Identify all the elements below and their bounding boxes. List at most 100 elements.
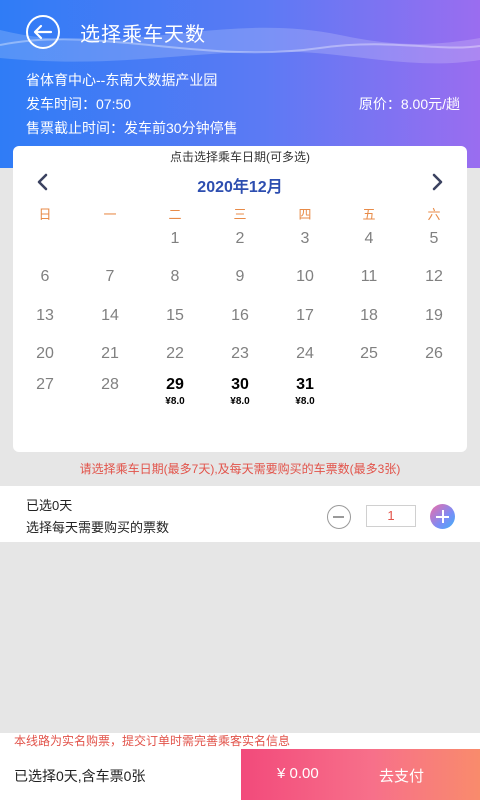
- calendar-day[interactable]: 2: [215, 230, 265, 248]
- day-number: 14: [101, 307, 119, 324]
- day-number: 10: [296, 268, 314, 285]
- calendar-day-selected[interactable]: 29 ¥8.0: [150, 376, 200, 407]
- calendar-month: 2020年12月: [197, 179, 283, 196]
- weekday-label: 二: [168, 207, 182, 222]
- calendar-day-selected[interactable]: 30 ¥8.0: [215, 376, 265, 407]
- day-number: 20: [36, 345, 54, 362]
- day-number: 26: [425, 345, 443, 362]
- calendar-day[interactable]: 27: [20, 376, 70, 394]
- weekday-label: 四: [298, 207, 312, 222]
- day-price: ¥8.0: [230, 396, 250, 407]
- selected-days-count: 已选0天: [26, 498, 73, 513]
- day-number: 30: [231, 376, 249, 393]
- original-price: 原价：8.00元/趟: [358, 96, 460, 112]
- day-number: 16: [231, 307, 249, 324]
- calendar-day-selected[interactable]: 31 ¥8.0: [280, 376, 330, 407]
- day-number: 5: [429, 230, 439, 247]
- day-number: 1: [170, 230, 180, 247]
- next-month-button[interactable]: [427, 172, 447, 192]
- calendar-card: 点击选择乘车日期(可多选) 2020年12月 日一二三四五六 123456789…: [13, 146, 467, 452]
- calendar-day[interactable]: 8: [150, 268, 200, 286]
- day-price: ¥8.0: [165, 396, 185, 407]
- calendar-day[interactable]: 13: [20, 307, 70, 325]
- day-number: 8: [170, 268, 180, 285]
- plus-circle-icon[interactable]: [430, 504, 455, 529]
- day-number: 18: [360, 307, 378, 324]
- calendar-day[interactable]: 12: [409, 268, 459, 286]
- weekday-label: 六: [427, 207, 441, 222]
- day-number: 24: [296, 345, 314, 362]
- day-number: 27: [36, 376, 54, 393]
- weekday-label: 五: [362, 207, 376, 222]
- calendar-day[interactable]: 22: [150, 345, 200, 363]
- calendar-day[interactable]: 23: [215, 345, 265, 363]
- page-title: 选择乘车天数: [80, 23, 206, 46]
- ticket-count-panel: 已选0天 选择每天需要购买的票数 1: [0, 486, 480, 542]
- chevron-right-icon: [432, 173, 443, 191]
- day-number: 4: [364, 230, 374, 247]
- day-number: 13: [36, 307, 54, 324]
- calendar-day[interactable]: 19: [409, 307, 459, 325]
- day-number: 3: [300, 230, 310, 247]
- day-number: 31: [296, 376, 314, 393]
- calendar-day[interactable]: 21: [85, 345, 135, 363]
- quantity-stepper-value[interactable]: 1: [366, 505, 416, 527]
- day-number: 23: [231, 345, 249, 362]
- calendar-day[interactable]: 28: [85, 376, 135, 394]
- day-number: 11: [360, 268, 378, 285]
- total-amount: ¥ 0.00: [277, 765, 319, 782]
- day-number: 25: [360, 345, 378, 362]
- day-number: 7: [105, 268, 115, 285]
- arrow-left-circle-icon: [33, 24, 53, 40]
- calendar-day[interactable]: 15: [150, 307, 200, 325]
- pay-button[interactable]: ¥ 0.00 去支付: [241, 749, 480, 800]
- route-name: 省体育中心--东南大数据产业园: [26, 72, 218, 88]
- calendar-day[interactable]: 14: [85, 307, 135, 325]
- calendar-day[interactable]: 16: [215, 307, 265, 325]
- calendar-day[interactable]: 5: [409, 230, 459, 248]
- header: 选择乘车天数 省体育中心--东南大数据产业园 发车时间：07:50 原价：8.0…: [0, 0, 480, 168]
- weekday-header: 日一二三四五六: [13, 204, 467, 222]
- calendar-day[interactable]: 6: [20, 268, 70, 286]
- realname-notice: 本线路为实名购票，提交订单时需完善乘客实名信息: [0, 733, 480, 749]
- pay-button-label: 去支付: [379, 768, 425, 785]
- calendar-day[interactable]: 18: [344, 307, 394, 325]
- calendar-day[interactable]: 10: [280, 268, 330, 286]
- top-bar: 选择乘车天数: [0, 12, 480, 52]
- day-number: 9: [235, 268, 245, 285]
- day-number: 15: [166, 307, 184, 324]
- minus-circle-icon[interactable]: [327, 505, 351, 529]
- tickets-per-day-label: 选择每天需要购买的票数: [26, 520, 170, 535]
- departure-time: 发车时间：07:50: [26, 96, 132, 112]
- calendar-day[interactable]: 4: [344, 230, 394, 248]
- order-summary: 已选择0天,含车票0张: [14, 768, 146, 784]
- day-number: 29: [166, 376, 184, 393]
- day-price: ¥8.0: [295, 396, 315, 407]
- day-number: 19: [425, 307, 443, 324]
- day-number: 22: [166, 345, 184, 362]
- day-number: 12: [425, 268, 443, 285]
- weekday-label: 一: [103, 207, 117, 222]
- calendar-day[interactable]: 17: [280, 307, 330, 325]
- bottom-bar: 已选择0天,含车票0张 ¥ 0.00 去支付: [0, 749, 480, 800]
- calendar-day[interactable]: 11: [344, 268, 394, 286]
- calendar-hint: 点击选择乘车日期(可多选): [170, 150, 310, 164]
- calendar-day[interactable]: 26: [409, 345, 459, 363]
- calendar-day[interactable]: 7: [85, 268, 135, 286]
- day-number: 21: [101, 345, 119, 362]
- calendar-day[interactable]: 3: [280, 230, 330, 248]
- weekday-label: 三: [233, 207, 247, 222]
- back-button[interactable]: [26, 15, 60, 49]
- calendar-day[interactable]: 9: [215, 268, 265, 286]
- day-number: 28: [101, 376, 119, 393]
- calendar-day[interactable]: 24: [280, 345, 330, 363]
- calendar-day[interactable]: 25: [344, 345, 394, 363]
- day-number: 6: [40, 268, 50, 285]
- day-number: 17: [296, 307, 314, 324]
- selection-notice: 请选择乘车日期(最多7天),及每天需要购买的车票数(最多3张): [79, 462, 401, 476]
- weekday-label: 日: [38, 207, 52, 222]
- ticket-cutoff: 售票截止时间：发车前30分钟停售: [26, 120, 238, 136]
- calendar-day[interactable]: 1: [150, 230, 200, 248]
- calendar-day[interactable]: 20: [20, 345, 70, 363]
- day-number: 2: [235, 230, 245, 247]
